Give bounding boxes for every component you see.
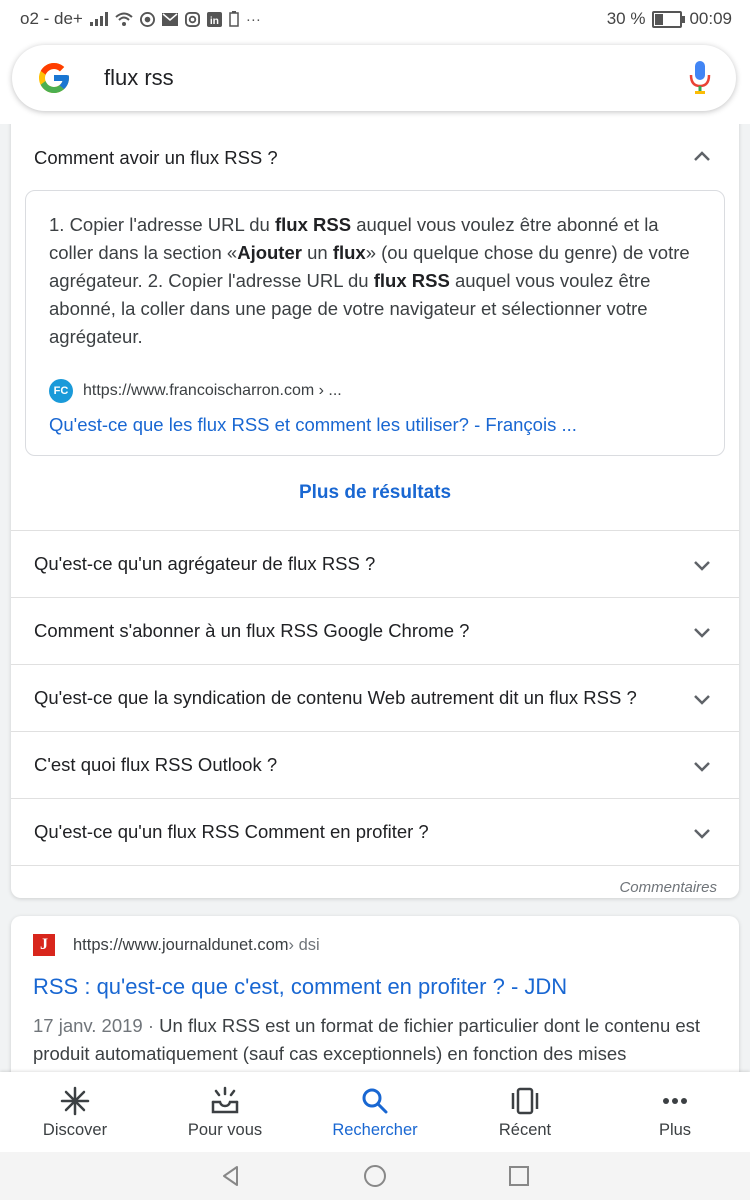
nav-label: Discover bbox=[42, 1120, 108, 1139]
battery-level bbox=[655, 13, 664, 25]
nav-label: Récent bbox=[498, 1120, 552, 1139]
francoischarron-logo-icon: FC bbox=[49, 379, 73, 403]
chevron-down-icon[interactable] bbox=[693, 824, 711, 842]
more-dots-icon bbox=[663, 1097, 687, 1104]
search-result-card: J https://www.journaldunet.com › dsi RSS… bbox=[11, 916, 739, 1072]
result-title-link[interactable]: RSS : qu'est-ce que c'est, comment en pr… bbox=[33, 974, 717, 1000]
journaldunet-logo-icon: J bbox=[33, 934, 55, 956]
question-row[interactable]: Qu'est-ce qu'un flux RSS Comment en prof… bbox=[11, 799, 739, 866]
question-text: Qu'est-ce qu'un agrégateur de flux RSS ? bbox=[34, 553, 376, 574]
system-navigation-bar bbox=[0, 1152, 750, 1200]
carrier-label: o2 - de+ bbox=[20, 9, 83, 28]
nav-plus[interactable]: Plus bbox=[600, 1072, 750, 1152]
more-results-button[interactable]: Plus de résultats bbox=[11, 456, 739, 531]
search-bar[interactable]: flux rss bbox=[12, 45, 736, 111]
search-header: flux rss bbox=[0, 38, 750, 124]
answer-text: 1. Copier l'adresse URL du flux RSS auqu… bbox=[49, 214, 690, 347]
nav-pour-vous[interactable]: Pour vous bbox=[150, 1072, 300, 1152]
mail-icon bbox=[161, 12, 178, 26]
svg-text:in: in bbox=[210, 16, 219, 27]
result-url: https://www.journaldunet.com bbox=[73, 935, 289, 954]
question-text: Qu'est-ce que la syndication de contenu … bbox=[34, 687, 637, 708]
microphone-icon[interactable] bbox=[688, 61, 712, 95]
chevron-up-icon[interactable] bbox=[693, 148, 711, 166]
chrome-icon bbox=[139, 11, 155, 27]
chevron-down-icon[interactable] bbox=[693, 757, 711, 775]
battery-saver-icon bbox=[229, 11, 239, 27]
bottom-navigation: Discover Pour vous Rechercher Récent Plu… bbox=[0, 1072, 750, 1152]
battery-percent: 30 % bbox=[606, 9, 646, 28]
people-also-ask-card: Comment avoir un flux RSS ? 1. Copier l'… bbox=[11, 124, 739, 898]
question-text: Comment s'abonner à un flux RSS Google C… bbox=[34, 620, 470, 641]
nav-discover[interactable]: Discover bbox=[0, 1072, 150, 1152]
result-site[interactable]: J https://www.journaldunet.com › dsi bbox=[33, 934, 717, 956]
instagram-icon bbox=[184, 11, 200, 27]
signal-icon bbox=[89, 12, 108, 26]
chevron-down-icon[interactable] bbox=[693, 556, 711, 574]
status-bar-left: o2 - de+ in ··· bbox=[20, 9, 261, 29]
question-row[interactable]: C'est quoi flux RSS Outlook ? bbox=[11, 732, 739, 799]
recent-cards-icon bbox=[511, 1087, 539, 1114]
results-area[interactable]: Comment avoir un flux RSS ? 1. Copier l'… bbox=[0, 124, 750, 1072]
nav-label: Pour vous bbox=[187, 1120, 263, 1139]
asterisk-icon bbox=[60, 1086, 90, 1115]
answer-box: 1. Copier l'adresse URL du flux RSS auqu… bbox=[25, 190, 725, 456]
search-icon bbox=[362, 1088, 388, 1113]
result-date: 17 janv. 2019 · bbox=[33, 1015, 160, 1036]
home-icon[interactable] bbox=[363, 1164, 387, 1188]
question-row[interactable]: Comment s'abonner à un flux RSS Google C… bbox=[11, 598, 739, 665]
status-bar: o2 - de+ in ··· 30 % 00:09 bbox=[0, 0, 750, 38]
result-snippet: 17 janv. 2019 · Un flux RSS est un forma… bbox=[33, 1012, 717, 1068]
clock: 00:09 bbox=[689, 9, 732, 28]
question-row[interactable]: Qu'est-ce que la syndication de contenu … bbox=[11, 665, 739, 732]
status-bar-right: 30 % 00:09 bbox=[607, 9, 732, 29]
question-text: Qu'est-ce qu'un flux RSS Comment en prof… bbox=[34, 821, 429, 842]
chevron-down-icon[interactable] bbox=[693, 690, 711, 708]
linkedin-icon: in bbox=[206, 11, 222, 27]
more-notifications-icon: ··· bbox=[245, 10, 261, 28]
source-title-link[interactable]: Qu'est-ce que les flux RSS et comment le… bbox=[49, 411, 702, 439]
battery-icon bbox=[652, 10, 686, 28]
question-text: Comment avoir un flux RSS ? bbox=[34, 147, 278, 168]
overview-icon[interactable] bbox=[507, 1164, 531, 1188]
search-input[interactable]: flux rss bbox=[104, 65, 688, 91]
inbox-icon bbox=[211, 1086, 239, 1113]
nav-label: Plus bbox=[658, 1120, 692, 1139]
back-icon[interactable] bbox=[219, 1164, 243, 1188]
source-url[interactable]: https://www.francoischarron.com › ... bbox=[83, 377, 342, 405]
chevron-down-icon[interactable] bbox=[693, 623, 711, 641]
question-text: C'est quoi flux RSS Outlook ? bbox=[34, 754, 278, 775]
wifi-icon bbox=[115, 12, 133, 26]
question-row-open[interactable]: Comment avoir un flux RSS ? bbox=[11, 124, 739, 190]
feedback-link[interactable]: Commentaires bbox=[11, 866, 739, 906]
result-breadcrumb: › dsi bbox=[288, 935, 320, 954]
nav-rechercher[interactable]: Rechercher bbox=[300, 1072, 450, 1152]
nav-recent[interactable]: Récent bbox=[450, 1072, 600, 1152]
google-logo-icon bbox=[39, 63, 69, 93]
question-row[interactable]: Qu'est-ce qu'un agrégateur de flux RSS ? bbox=[11, 531, 739, 598]
nav-label: Rechercher bbox=[332, 1120, 418, 1139]
answer-source: FC https://www.francoischarron.com › ... bbox=[49, 377, 702, 405]
